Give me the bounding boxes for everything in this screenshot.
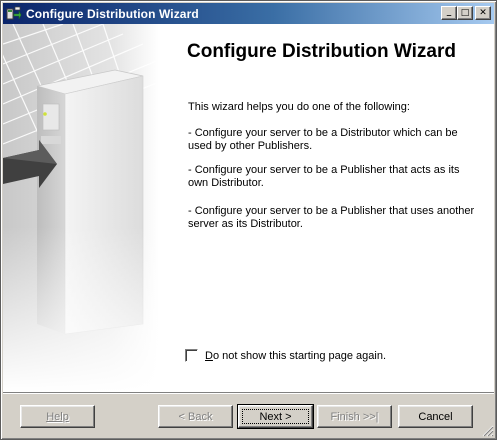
option-text-distributor: - Configure your server to be a Distribu… bbox=[188, 127, 458, 152]
page-title: Configure Distribution Wizard bbox=[187, 41, 456, 62]
cancel-button-label: Cancel bbox=[418, 410, 453, 423]
finish-button[interactable]: Finish >>| bbox=[317, 405, 392, 428]
maximize-icon: □ bbox=[460, 8, 470, 18]
title-bar[interactable]: Configure Distribution Wizard _ □ ✕ bbox=[3, 3, 494, 24]
help-button[interactable]: Help bbox=[20, 405, 95, 428]
wizard-window: Configure Distribution Wizard _ □ ✕ Conf… bbox=[0, 0, 497, 440]
resize-grip-icon[interactable] bbox=[482, 425, 494, 437]
option-text-own-distributor: - Configure your server to be a Publishe… bbox=[188, 164, 460, 189]
maximize-button[interactable]: □ bbox=[457, 6, 473, 20]
help-button-label: Help bbox=[46, 410, 69, 423]
minimize-icon: _ bbox=[446, 6, 452, 17]
skip-start-page-option[interactable]: Do not show this starting page again. bbox=[185, 349, 386, 362]
minimize-button[interactable]: _ bbox=[441, 6, 457, 20]
finish-button-label: Finish >>| bbox=[330, 410, 379, 423]
back-button[interactable]: < Back bbox=[158, 405, 233, 428]
button-separator bbox=[3, 392, 494, 394]
next-button[interactable]: Next > bbox=[237, 404, 314, 429]
wizard-app-icon bbox=[6, 6, 22, 22]
close-icon: ✕ bbox=[479, 8, 487, 18]
skip-start-page-label[interactable]: Do not show this starting page again. bbox=[205, 350, 386, 362]
option-text-remote-distributor: - Configure your server to be a Publishe… bbox=[188, 205, 475, 230]
skip-start-page-checkbox[interactable] bbox=[185, 349, 198, 362]
window-title: Configure Distribution Wizard bbox=[26, 6, 199, 21]
close-button[interactable]: ✕ bbox=[475, 6, 491, 20]
title-buttons: _ □ ✕ bbox=[441, 6, 491, 20]
intro-text: This wizard helps you do one of the foll… bbox=[188, 101, 410, 113]
back-button-label: < Back bbox=[178, 410, 213, 423]
label-rest: o not show this starting page again. bbox=[212, 349, 387, 362]
wizard-content: Configure Distribution Wizard This wizar… bbox=[3, 24, 494, 392]
cancel-button[interactable]: Cancel bbox=[398, 405, 473, 428]
server-arrow-illustration bbox=[3, 24, 159, 392]
mnemonic-letter: D bbox=[205, 349, 213, 362]
focus-rectangle bbox=[242, 409, 309, 424]
